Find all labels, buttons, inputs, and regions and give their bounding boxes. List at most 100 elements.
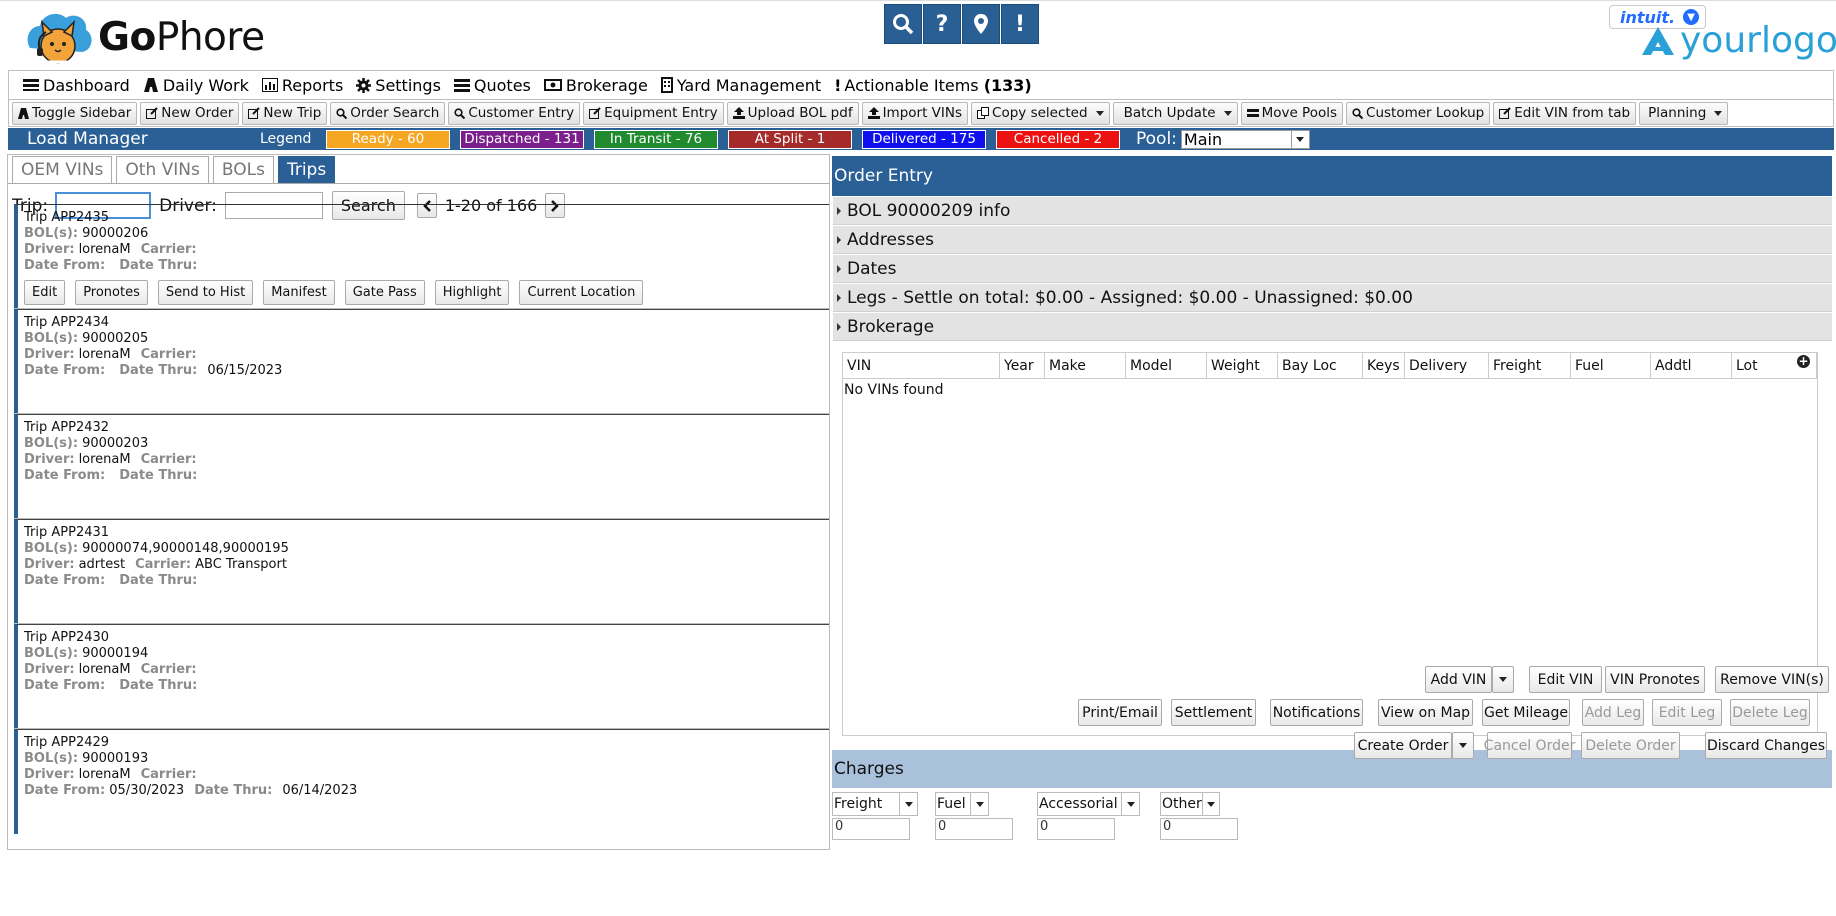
charge-accessorial-input[interactable]: 0 [1037,818,1115,840]
vin-col-delivery[interactable]: Delivery [1405,353,1489,378]
nav-brokerage[interactable]: Brokerage [543,76,648,95]
vin-col-addtl[interactable]: Addtl [1651,353,1732,378]
create-order-button[interactable]: Create Order [1354,732,1452,759]
nav-quotes[interactable]: Quotes [453,76,531,95]
delete-leg-button[interactable]: Delete Leg [1730,699,1810,726]
cancel-order-label: Cancel Order [1483,737,1576,754]
remove-vin-s-button[interactable]: Remove VIN(s) [1715,666,1829,693]
print-email-label: Print/Email [1082,704,1158,721]
search-icon[interactable] [884,4,922,44]
bars-icon [1246,108,1259,117]
discard-changes-button[interactable]: Discard Changes [1705,732,1827,759]
section-legs[interactable]: Legs - Settle on total: $0.00 - Assigned… [833,284,1832,312]
get-mileage-button[interactable]: Get Mileage [1482,699,1570,726]
order-search-button[interactable]: Order Search [330,101,446,125]
help-icon[interactable]: ? [923,4,961,44]
new-trip-button[interactable]: New Trip [242,101,328,125]
alert-icon[interactable]: ! [1001,4,1039,44]
vin-col-year[interactable]: Year [1000,353,1045,378]
tab-trips[interactable]: Trips [277,156,336,183]
nav-dashboard[interactable]: Dashboard [23,76,130,95]
nav-actionable-items[interactable]: ! Actionable Items (133) [834,76,1032,95]
legend-chip-in-transit[interactable]: In Transit - 76 [594,129,718,149]
upload-bol-pdf-button[interactable]: Upload BOL pdf [726,101,859,125]
toggle-sidebar-button[interactable]: Toggle Sidebar [12,101,138,125]
vin-col-model[interactable]: Model [1126,353,1207,378]
trip-pronotes-button[interactable]: Pronotes [75,280,148,305]
add-circle-icon[interactable]: + [1797,355,1810,368]
cancel-order-button[interactable]: Cancel Order [1484,732,1575,759]
charge-fuel-select[interactable]: Fuel [935,792,989,816]
edit-vin-from-tab-button[interactable]: Edit VIN from tab [1493,101,1637,125]
print-email-button[interactable]: Print/Email [1078,699,1162,726]
nav-reports[interactable]: Reports [261,76,343,95]
legend-chip-delivered[interactable]: Delivered - 175 [862,129,986,149]
trip-card[interactable]: Trip APP2435 BOL(s): 90000206 Driver: lorena… [14,204,829,310]
tab-oem-vins[interactable]: OEM VINs [12,156,113,183]
customer-entry-button[interactable]: Customer Entry [448,101,581,125]
add-vin-button[interactable]: Add VIN [1425,666,1492,693]
trip-current-location-button[interactable]: Current Location [519,280,644,305]
section-dates[interactable]: Dates [833,255,1832,283]
vin-col-weight[interactable]: Weight [1207,353,1278,378]
charge-freight-input[interactable]: 0 [832,818,910,840]
trip-card[interactable]: Trip APP2434 BOL(s): 90000205 Driver: lorena… [14,309,829,414]
vin-col-vin[interactable]: VIN [843,353,1000,378]
view-on-map-button[interactable]: View on Map [1378,699,1473,726]
batch-update-dropdown[interactable]: Batch Update [1112,101,1238,125]
equipment-entry-button[interactable]: Equipment Entry [583,101,724,125]
trip-gate-pass-button[interactable]: Gate Pass [344,280,425,305]
vin-col-keys[interactable]: Keys [1363,353,1405,378]
legend-chip-ready[interactable]: Ready - 60 [326,129,450,149]
move-pools-button[interactable]: Move Pools [1240,101,1344,125]
trip-card[interactable]: Trip APP2430 BOL(s): 90000194 Driver: lorena… [14,624,829,729]
legend-chip-cancelled[interactable]: Cancelled - 2 [996,129,1120,149]
discard-changes-label: Discard Changes [1707,737,1825,754]
vin-col-fuel[interactable]: Fuel [1571,353,1651,378]
nav-yard-management[interactable]: Yard Management [660,76,821,95]
new-order-button[interactable]: New Order [140,101,240,125]
vin-pronotes-button[interactable]: VIN Pronotes [1605,666,1705,693]
add-leg-button[interactable]: Add Leg [1582,699,1644,726]
legend-chip-at-split[interactable]: At Split - 1 [728,129,852,149]
charge-fuel-input[interactable]: 0 [935,818,1013,840]
gophore-logo[interactable]: GoPhore [22,8,265,66]
planning-dropdown[interactable]: Planning [1639,101,1729,125]
edit-leg-label: Edit Leg [1658,704,1716,721]
section-bol[interactable]: BOL 90000209 info [833,197,1832,225]
map-marker-icon[interactable] [962,4,1000,44]
trip-edit-button[interactable]: Edit [24,280,66,305]
vin-col-bay-loc[interactable]: Bay Loc [1278,353,1363,378]
copy-selected-dropdown[interactable]: Copy selected [971,101,1110,125]
trip-card[interactable]: Trip APP2429 BOL(s): 90000193 Driver: lorena… [14,729,829,834]
charge-freight-select[interactable]: Freight [832,792,918,816]
notifications-button[interactable]: Notifications [1270,699,1363,726]
edit-vin-button[interactable]: Edit VIN [1529,666,1602,693]
vin-col-freight[interactable]: Freight [1489,353,1571,378]
pool-select[interactable]: Main [1180,129,1310,149]
toggle-sidebar-label: Toggle Sidebar [32,105,132,121]
trip-card[interactable]: Trip APP2432 BOL(s): 90000203 Driver: lorena… [14,414,829,519]
trip-send-to-hist-button[interactable]: Send to Hist [157,280,254,305]
nav-settings[interactable]: Settings [356,76,441,95]
settlement-button[interactable]: Settlement [1171,699,1256,726]
charge-other-select[interactable]: Other [1160,792,1220,816]
edit-leg-button[interactable]: Edit Leg [1652,699,1722,726]
tab-oth-vins[interactable]: Oth VINs [116,156,209,183]
nav-daily-work[interactable]: Daily Work [143,76,249,95]
vin-col-make[interactable]: Make [1045,353,1126,378]
trip-card[interactable]: Trip APP2431 BOL(s): 90000074,90000148,900… [14,519,829,624]
charge-accessorial-select[interactable]: Accessorial [1037,792,1140,816]
import-vins-button[interactable]: Import VINs [861,101,969,125]
delete-order-button[interactable]: Delete Order [1581,732,1680,759]
trip-highlight-button[interactable]: Highlight [434,280,510,305]
create-order-dropdown-toggle[interactable] [1452,732,1474,759]
section-brokerage[interactable]: Brokerage [833,313,1832,341]
tab-bols[interactable]: BOLs [212,156,274,183]
customer-lookup-button[interactable]: Customer Lookup [1346,101,1491,125]
legend-chip-dispatched[interactable]: Dispatched - 131 [460,129,584,149]
add-vin-dropdown-toggle[interactable] [1492,666,1514,693]
charge-other-input[interactable]: 0 [1160,818,1238,840]
section-addresses[interactable]: Addresses [833,226,1832,254]
trip-manifest-button[interactable]: Manifest [263,280,335,305]
